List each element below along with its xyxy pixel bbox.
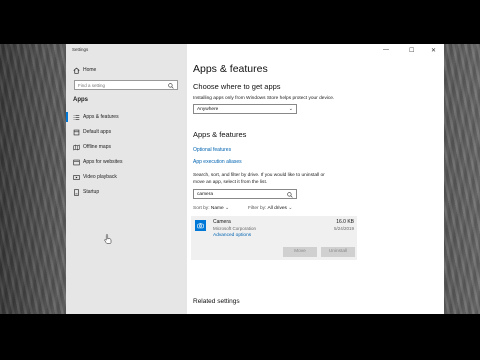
app-search-input[interactable]: camera [193,189,297,199]
apps-heading: Apps & features [193,130,247,139]
default-apps-icon [69,129,83,136]
choose-description: Installing apps only from Windows Store … [193,96,335,101]
app-install-date: 5/24/2019 [333,226,354,231]
video-icon [69,174,83,181]
sort-dropdown[interactable]: Sort by: Name ⌄ [193,206,229,211]
app-name: Camera [213,219,231,225]
sidebar-item-video-playback[interactable]: Video playback [69,171,184,183]
chevron-down-icon: ⌄ [288,206,293,211]
sidebar-section-label: Apps [73,97,88,103]
search-placeholder: Find a setting [78,82,106,88]
sort-value: Name [210,206,224,211]
settings-window: Settings Home Find a setting Apps Apps &… [66,44,444,314]
maximize-button[interactable]: ☐ [409,47,414,54]
sidebar-item-default-apps[interactable]: Default apps [69,126,184,138]
sidebar-item-label: Offline maps [83,144,111,150]
sidebar-item-label: Default apps [83,129,112,135]
filter-value: All drives [267,206,287,211]
letterbox-bottom [0,314,480,360]
main-content: — ☐ ✕ Apps & features Choose where to ge… [187,44,444,314]
close-button[interactable]: ✕ [431,47,436,54]
sidebar-item-label: Apps & features [83,114,119,120]
sort-label: Sort by: [193,206,210,211]
website-icon [69,159,83,166]
app-search-value: camera [197,191,213,197]
home-icon [69,67,83,74]
map-icon [69,144,83,151]
filter-label: Filter by: [248,206,267,211]
uninstall-button[interactable]: Uninstall [321,247,355,257]
app-execution-aliases-link[interactable]: App execution aliases [193,159,242,165]
startup-icon [69,188,83,196]
move-button[interactable]: Move [283,247,317,257]
chevron-down-icon: ⌄ [225,206,230,211]
selected-indicator [66,112,68,122]
app-publisher: Microsoft Corporation [213,226,257,231]
advanced-options-link[interactable]: Advanced options [213,233,251,238]
optional-features-link[interactable]: Optional features [193,147,231,153]
hand-cursor-icon [104,234,112,244]
sidebar-item-label: Apps for websites [83,159,123,165]
filter-dropdown[interactable]: Filter by: All drives ⌄ [248,206,292,211]
page-title: Apps & features [193,63,268,75]
app-source-value: Anywhere [197,106,219,112]
related-settings-heading: Related settings [193,298,240,305]
filter-description-line2: move an app, select it from the list. [193,180,268,185]
sidebar: Settings Home Find a setting Apps Apps &… [66,44,187,314]
sidebar-item-label: Startup [83,189,100,195]
sidebar-home[interactable]: Home [69,64,184,76]
search-icon [168,82,174,89]
settings-search-input[interactable]: Find a setting [74,80,178,90]
search-icon [287,191,293,198]
choose-heading: Choose where to get apps [193,82,281,91]
sidebar-item-apps-features[interactable]: Apps & features [69,111,184,123]
window-title: Settings [72,47,89,52]
sidebar-item-label: Video playback [83,174,117,180]
app-source-dropdown[interactable]: Anywhere ⌄ [193,104,297,114]
letterbox-top [0,0,480,44]
app-list-item[interactable]: Camera Microsoft Corporation Advanced op… [191,216,357,260]
list-icon [69,114,83,121]
camera-icon [195,220,206,231]
filter-description-line1: Search, sort, and filter by drive. If yo… [193,173,325,178]
minimize-button[interactable]: — [383,47,389,53]
sidebar-item-apps-for-websites[interactable]: Apps for websites [69,156,184,168]
sidebar-item-offline-maps[interactable]: Offline maps [69,141,184,153]
app-size: 16.0 KB [336,219,354,225]
sidebar-home-label: Home [83,67,97,73]
chevron-down-icon: ⌄ [288,106,293,112]
sidebar-item-startup[interactable]: Startup [69,186,184,198]
